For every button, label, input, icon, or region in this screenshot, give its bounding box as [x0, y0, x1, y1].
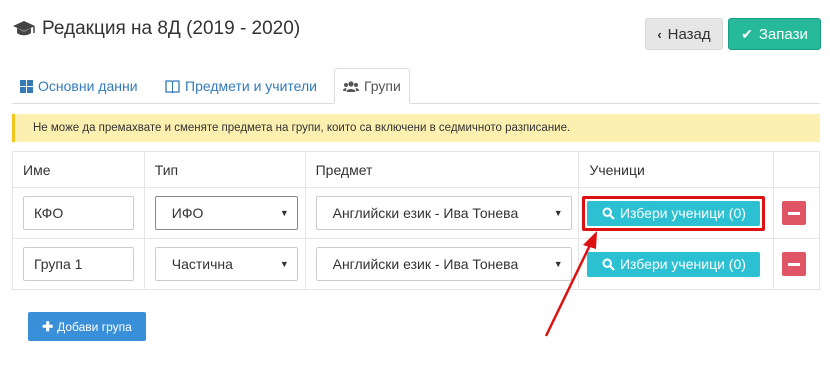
book-icon	[165, 79, 180, 93]
caret-down-icon: ▼	[553, 259, 563, 269]
delete-group-button[interactable]	[782, 252, 807, 276]
subject-select[interactable]: Английски език - Ива Тонева ▼	[315, 247, 572, 281]
grid-icon	[20, 79, 33, 93]
save-button[interactable]: ✔ Запази	[728, 18, 821, 50]
column-header: Име	[12, 151, 145, 188]
table-row: КФО ИФО ▼ Английски език - Ива Тонева ▼ Из…	[12, 187, 820, 239]
column-header: Ученици	[578, 151, 775, 188]
graduation-cap-icon	[13, 21, 35, 36]
groups-table: Име Тип Предмет Ученици КФО ИФО ▼ Английс…	[12, 151, 820, 290]
minus-icon	[788, 211, 801, 215]
back-button[interactable]: ‹ Назад	[645, 18, 723, 50]
check-icon: ✔	[741, 25, 753, 42]
column-header	[773, 151, 820, 188]
tab-label: Основни данни	[38, 78, 138, 94]
users-icon	[343, 80, 359, 92]
warning-alert: Не може да премахвате и сменяте предмета…	[12, 114, 820, 142]
group-type-select[interactable]: Частична ▼	[154, 247, 298, 281]
caret-down-icon: ▼	[553, 208, 563, 218]
group-name-input[interactable]: КФО	[23, 196, 134, 230]
add-group-label: Добави група	[57, 319, 132, 334]
tab-subjects-teachers[interactable]: Предмети и учители	[157, 68, 325, 104]
add-group-button[interactable]: ✚ Добави група	[28, 312, 146, 341]
select-value: Английски език - Ива Тонева	[332, 205, 519, 221]
select-value: ИФО	[171, 205, 204, 221]
page-title: Редакция на 8Д (2019 - 2020)	[42, 18, 301, 39]
pick-students-button[interactable]: Избери ученици (0)	[587, 200, 761, 226]
tab-label: Предмети и учители	[185, 78, 317, 94]
table-row: Група 1 Частична ▼ Английски език - Ива Т…	[12, 238, 820, 290]
column-header: Тип	[143, 151, 306, 188]
pick-students-button[interactable]: Избери ученици (0)	[587, 251, 761, 277]
minus-icon	[788, 262, 801, 266]
select-value: Частична	[171, 256, 233, 272]
save-button-label: Запази	[758, 25, 808, 43]
group-name-input[interactable]: Група 1	[23, 247, 134, 281]
tab-label: Групи	[364, 78, 401, 94]
caret-down-icon: ▼	[279, 259, 289, 269]
subject-select[interactable]: Английски език - Ива Тонева ▼	[315, 196, 572, 230]
tab-groups[interactable]: Групи	[334, 68, 410, 104]
page-header: Редакция на 8Д (2019 - 2020)	[12, 18, 300, 40]
caret-down-icon: ▼	[279, 208, 289, 218]
search-icon	[602, 206, 615, 220]
select-value: Английски език - Ива Тонева	[332, 256, 519, 272]
chevron-left-icon: ‹	[657, 26, 662, 42]
back-button-label: Назад	[667, 25, 711, 43]
group-type-select[interactable]: ИФО ▼	[154, 196, 298, 230]
tab-basic-data[interactable]: Основни данни	[12, 68, 146, 104]
pick-students-label: Избери ученици (0)	[619, 205, 746, 221]
plus-icon: ✚	[42, 318, 54, 334]
highlight-box: Избери ученици (0)	[582, 195, 766, 231]
tabs-bar: Основни данни Предмети и учители Групи	[12, 68, 820, 104]
column-header: Предмет	[304, 151, 580, 188]
delete-group-button[interactable]	[782, 201, 807, 225]
table-header-row: Име Тип Предмет Ученици	[12, 151, 820, 188]
search-icon	[602, 257, 615, 271]
pick-students-label: Избери ученици (0)	[619, 256, 746, 272]
